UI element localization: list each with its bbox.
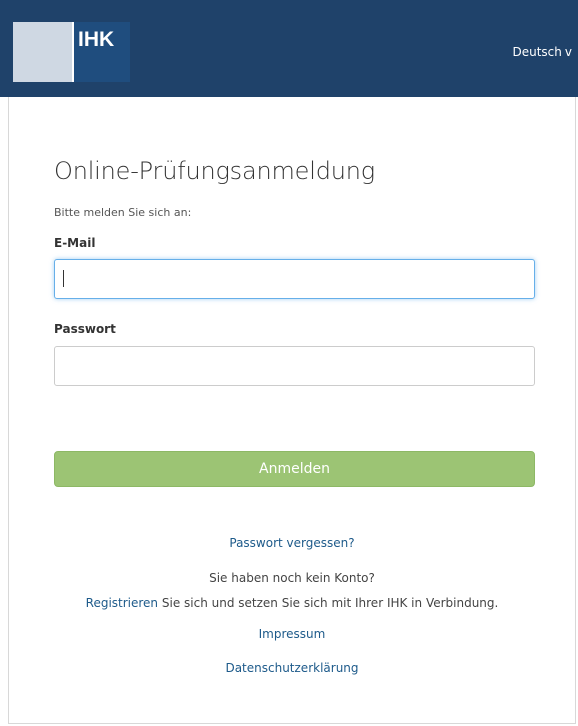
logo-grey-block — [13, 22, 72, 82]
forgot-password-row: Passwort vergessen? — [8, 536, 576, 550]
register-row: Registrieren Sie sich und setzen Sie sic… — [8, 596, 576, 610]
impressum-link[interactable]: Impressum — [259, 627, 326, 641]
page-subtitle: Bitte melden Sie sich an: — [54, 206, 192, 219]
logo-text: IHK — [78, 28, 115, 51]
privacy-link[interactable]: Datenschutzerklärung — [225, 661, 358, 675]
text-caret — [63, 270, 64, 287]
chevron-down-icon: v — [564, 45, 572, 59]
privacy-row: Datenschutzerklärung — [8, 661, 576, 675]
ihk-logo[interactable]: IHK — [13, 22, 130, 82]
register-hint: Sie sich und setzen Sie sich mit Ihrer I… — [158, 596, 499, 610]
forgot-password-link[interactable]: Passwort vergessen? — [229, 536, 354, 550]
impressum-row: Impressum — [8, 627, 576, 641]
login-button[interactable]: Anmelden — [54, 451, 535, 487]
language-label: Deutsch — [512, 45, 562, 59]
top-header: IHK Deutsch v — [0, 0, 578, 97]
register-link[interactable]: Registrieren — [86, 596, 158, 610]
password-label: Passwort — [54, 322, 116, 336]
password-field[interactable] — [54, 346, 535, 386]
page-title: Online-Prüfungsanmeldung — [54, 157, 375, 185]
no-account-text: Sie haben noch kein Konto? — [209, 571, 375, 585]
email-field[interactable] — [54, 259, 535, 299]
language-selector[interactable]: Deutsch v — [513, 45, 573, 59]
email-label: E-Mail — [54, 236, 96, 250]
